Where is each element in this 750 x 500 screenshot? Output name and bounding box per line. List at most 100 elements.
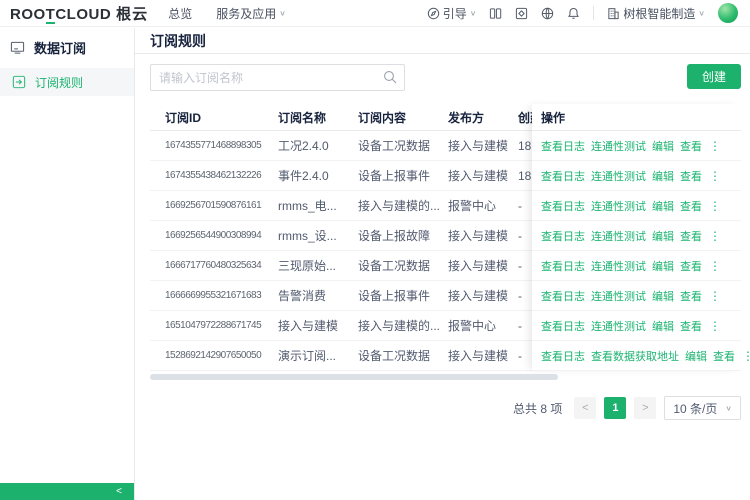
op-link[interactable]: 连通性测试 (591, 138, 646, 154)
op-link[interactable]: 查看 (680, 198, 702, 214)
sidebar-item-subscription-rules[interactable]: 订阅规则 (0, 68, 134, 96)
main-area: 订阅规则 创建 订阅ID 订阅名称 订阅内容 发布方 创建时间 16743557… (135, 28, 750, 500)
chevron-down-icon: ∨ (725, 404, 732, 413)
op-link[interactable]: 查看日志 (541, 258, 585, 274)
col-subscription-id: 订阅ID (150, 109, 278, 126)
bell-icon (567, 7, 580, 20)
op-link[interactable]: 查看数据获取地址 (591, 348, 679, 364)
search-input[interactable] (150, 64, 405, 91)
layout-columns-button[interactable] (489, 7, 502, 20)
chevron-down-icon: ∨ (470, 9, 477, 18)
create-button[interactable]: 创建 (687, 64, 741, 89)
logo-cn: 根云 (116, 3, 148, 24)
col-operations: 操作 (532, 104, 741, 131)
op-link[interactable]: 查看 (680, 168, 702, 184)
subscription-rules-icon (12, 75, 26, 89)
pagination-prev-button[interactable]: < (574, 397, 596, 419)
ops-row: 查看日志连通性测试编辑查看 ⋮ (532, 221, 741, 251)
op-link[interactable]: 连通性测试 (591, 288, 646, 304)
chevron-down-icon: ∨ (698, 9, 705, 18)
sidebar-group-data-subscription[interactable]: 数据订阅 (0, 32, 134, 62)
more-actions-icon[interactable]: ⋮ (709, 199, 721, 213)
language-button[interactable] (541, 7, 554, 20)
op-link[interactable]: 连通性测试 (591, 228, 646, 244)
nav-services-apps[interactable]: 服务及应用∨ (216, 5, 286, 22)
op-link[interactable]: 连通性测试 (591, 198, 646, 214)
op-link[interactable]: 查看日志 (541, 318, 585, 334)
workbench-button[interactable] (515, 7, 528, 20)
cell-name: rmms_设... (278, 227, 358, 244)
op-link[interactable]: 编辑 (652, 228, 674, 244)
op-link[interactable]: 连通性测试 (591, 168, 646, 184)
pagination-page-1[interactable]: 1 (604, 397, 626, 419)
rootcloud-logo: ROOTCLOUD 根云 (10, 3, 148, 24)
nav-overview[interactable]: 总览 (168, 5, 192, 22)
more-actions-icon[interactable]: ⋮ (709, 319, 721, 333)
op-link[interactable]: 连通性测试 (591, 258, 646, 274)
page-size-select[interactable]: 10 条/页 ∨ (664, 396, 741, 420)
op-link[interactable]: 编辑 (652, 318, 674, 334)
layout-columns-icon (489, 7, 502, 20)
col-publisher: 发布方 (448, 109, 518, 126)
logo-text-t: T (46, 8, 56, 24)
op-link[interactable]: 查看日志 (541, 168, 585, 184)
op-link[interactable]: 编辑 (652, 138, 674, 154)
more-actions-icon[interactable]: ⋮ (709, 259, 721, 273)
cell-content: 设备上报事件 (358, 167, 448, 184)
chevron-down-icon: ∨ (279, 9, 286, 18)
col-subscription-content: 订阅内容 (358, 109, 448, 126)
op-link[interactable]: 查看日志 (541, 228, 585, 244)
content: 创建 订阅ID 订阅名称 订阅内容 发布方 创建时间 1674355771468… (135, 54, 750, 420)
cell-content: 接入与建模的... (358, 317, 448, 334)
cell-name: 事件2.4.0 (278, 167, 358, 184)
ops-row: 查看日志连通性测试编辑查看 ⋮ (532, 281, 741, 311)
more-actions-icon[interactable]: ⋮ (742, 349, 750, 363)
cell-publisher: 报警中心 (448, 197, 518, 214)
pagination-total: 总共 8 项 (513, 400, 562, 417)
data-subscription-icon (10, 40, 25, 55)
op-link[interactable]: 查看日志 (541, 288, 585, 304)
user-avatar[interactable] (718, 3, 738, 23)
fixed-operations-column: 操作 查看日志连通性测试编辑查看⋮查看日志连通性测试编辑查看⋮查看日志连通性测试… (532, 104, 741, 371)
op-link[interactable]: 查看 (680, 258, 702, 274)
op-link[interactable]: 编辑 (685, 348, 707, 364)
guide-menu[interactable]: 引导∨ (427, 5, 477, 22)
top-nav: 总览 服务及应用∨ (168, 5, 286, 22)
search-icon[interactable] (383, 70, 397, 84)
top-bar-right: 引导∨ 树根智能制造∨ (427, 3, 738, 23)
cell-publisher: 接入与建模 (448, 167, 518, 184)
op-link[interactable]: 查看 (680, 318, 702, 334)
op-link[interactable]: 编辑 (652, 198, 674, 214)
scrollbar-thumb[interactable] (150, 374, 558, 380)
op-link[interactable]: 查看 (680, 288, 702, 304)
ops-row: 查看日志连通性测试编辑查看 ⋮ (532, 311, 741, 341)
cell-publisher: 接入与建模 (448, 227, 518, 244)
cell-name: 演示订阅... (278, 347, 358, 364)
tenant-switcher[interactable]: 树根智能制造∨ (607, 5, 705, 22)
more-actions-icon[interactable]: ⋮ (709, 289, 721, 303)
op-link[interactable]: 编辑 (652, 258, 674, 274)
more-actions-icon[interactable]: ⋮ (709, 169, 721, 183)
op-link[interactable]: 编辑 (652, 168, 674, 184)
op-link[interactable]: 编辑 (652, 288, 674, 304)
op-link[interactable]: 查看 (680, 228, 702, 244)
op-link[interactable]: 查看日志 (541, 198, 585, 214)
op-link[interactable]: 查看日志 (541, 348, 585, 364)
more-actions-icon[interactable]: ⋮ (709, 139, 721, 153)
cell-name: 工况2.4.0 (278, 137, 358, 154)
col-subscription-name: 订阅名称 (278, 109, 358, 126)
sidebar-collapse-button[interactable]: < (0, 483, 134, 500)
op-link[interactable]: 查看日志 (541, 138, 585, 154)
sidebar: 数据订阅 订阅规则 < (0, 28, 135, 500)
op-link[interactable]: 查看 (680, 138, 702, 154)
op-link[interactable]: 查看 (713, 348, 735, 364)
notifications-button[interactable] (567, 7, 580, 20)
search-box (150, 64, 405, 91)
ops-row: 查看日志连通性测试编辑查看 ⋮ (532, 161, 741, 191)
op-link[interactable]: 连通性测试 (591, 318, 646, 334)
title-bar: 订阅规则 (135, 28, 750, 54)
pagination-next-button[interactable]: > (634, 397, 656, 419)
pagination: 总共 8 项 < 1 > 10 条/页 ∨ (150, 396, 741, 420)
logo-text: ROO (10, 6, 46, 23)
more-actions-icon[interactable]: ⋮ (709, 229, 721, 243)
